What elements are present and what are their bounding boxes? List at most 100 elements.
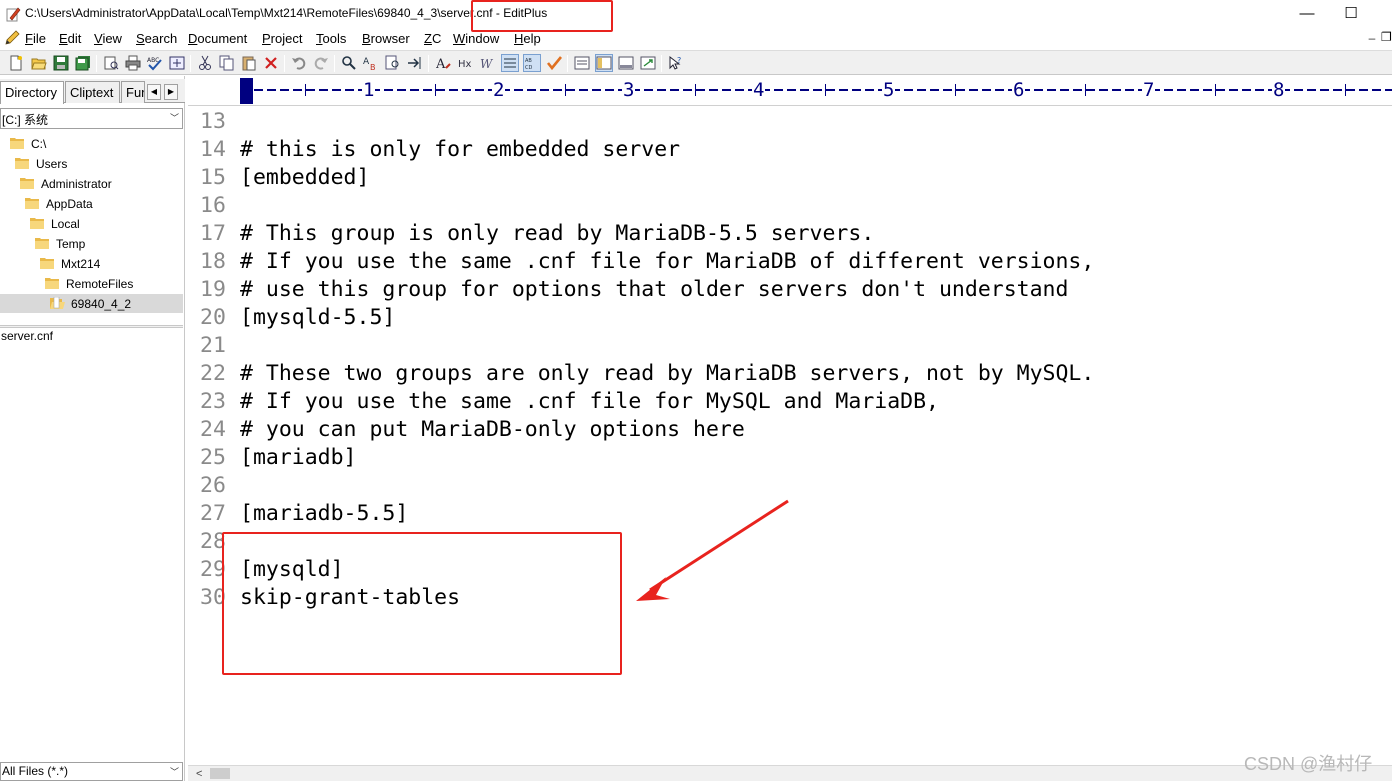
tree-item-remotefiles[interactable]: RemoteFiles [45, 274, 133, 293]
ruler-tick [1085, 84, 1086, 96]
new-file-icon[interactable] [8, 55, 24, 71]
toolbar-separator [96, 55, 97, 72]
ruler-line [254, 89, 1392, 91]
open-folder-icon[interactable] [31, 55, 47, 71]
menu-project[interactable]: Project [262, 31, 302, 46]
editplus-app-icon[interactable] [5, 6, 21, 22]
goto-line-icon[interactable] [407, 55, 423, 71]
tab-cliptext[interactable]: Cliptext [65, 81, 120, 103]
mdi-minimize-icon[interactable]: – [1364, 31, 1380, 47]
find-in-files-icon[interactable] [385, 55, 401, 71]
fullscreen-icon[interactable] [640, 55, 656, 71]
tab-scroll-right-button[interactable]: ▶ [164, 84, 178, 100]
checkmark-icon[interactable] [546, 55, 562, 71]
chevron-down-icon: ﹀ [169, 767, 179, 777]
drive-select[interactable]: [C:] 系统 ﹀ [0, 108, 183, 129]
line-text: # This group is only read by MariaDB-5.5… [240, 221, 875, 246]
panel-tabs: Directory Cliptext Fun ◀ ▶ [0, 79, 185, 104]
svg-text:A: A [436, 57, 446, 71]
line-number: 13 [200, 109, 226, 134]
tree-item-temp[interactable]: Temp [35, 234, 85, 253]
delete-icon[interactable] [263, 55, 279, 71]
file-list-item[interactable]: server.cnf [1, 329, 53, 343]
toolbar: ABC AB A Hx W AB CD ? [0, 50, 1392, 75]
file-filter-select[interactable]: All Files (*.*) ﹀ [0, 762, 183, 781]
cut-icon[interactable] [197, 55, 213, 71]
left-panel: Directory Cliptext Fun ◀ ▶ [C:] 系统 ﹀ C:\… [0, 76, 185, 781]
tree-item-appdata[interactable]: AppData [25, 194, 93, 213]
menu-bar: File Edit View Search Document Project Tools Br… [0, 28, 1392, 49]
spell-check-icon[interactable]: ABC [147, 55, 163, 71]
editor-pane[interactable]: 12345678 13 14 # this is only for embedded… [188, 76, 1392, 781]
menu-window[interactable]: Window [453, 31, 499, 46]
undo-icon[interactable] [291, 55, 307, 71]
ruler-tick [1345, 84, 1346, 96]
word-wrap-icon[interactable]: W [480, 55, 496, 71]
tab-directory[interactable]: Directory [0, 81, 64, 104]
copy-icon[interactable] [219, 55, 235, 71]
minimize-button[interactable]: — [1294, 4, 1320, 24]
maximize-button[interactable]: ☐ [1338, 4, 1364, 24]
menu-search[interactable]: Search [136, 31, 177, 46]
svg-text:Hx: Hx [458, 59, 472, 70]
line-number-icon[interactable] [501, 54, 519, 72]
folder-icon [30, 218, 44, 229]
help-pointer-icon[interactable]: ? [668, 55, 684, 71]
paste-icon[interactable] [241, 55, 257, 71]
save-all-icon[interactable] [75, 55, 91, 71]
ruler-number: 8 [1272, 79, 1286, 101]
tree-item-label: Mxt214 [61, 256, 101, 271]
print-icon[interactable] [125, 55, 141, 71]
ruler-tick [305, 84, 306, 96]
ruler-number: 2 [492, 79, 506, 101]
directory-window-icon[interactable] [595, 54, 613, 72]
line-number: 17 [200, 221, 226, 246]
folder-icon [15, 158, 29, 169]
save-icon[interactable] [53, 55, 69, 71]
ruler-tick [695, 84, 696, 96]
line-number: 23 [200, 389, 226, 414]
scroll-left-arrow-icon[interactable]: < [196, 768, 202, 780]
menu-file[interactable]: File [25, 31, 46, 46]
tree-item-c[interactable]: C:\ [10, 134, 46, 153]
menu-edit[interactable]: Edit [59, 31, 81, 46]
pencil-icon[interactable] [4, 30, 20, 46]
menu-document[interactable]: Document [188, 31, 247, 46]
menu-help[interactable]: Help [514, 31, 541, 46]
tree-item-label: Administrator [41, 176, 112, 191]
tree-item-users[interactable]: Users [15, 154, 67, 173]
tab-scroll-left-button[interactable]: ◀ [147, 84, 161, 100]
toolbar-separator [334, 55, 335, 72]
menu-zc[interactable]: ZC [424, 31, 441, 46]
ruler-number: 7 [1142, 79, 1156, 101]
menu-browser[interactable]: Browser [362, 31, 410, 46]
document-selector-icon[interactable] [574, 55, 590, 71]
ruler-cursor-marker [240, 78, 253, 104]
toolbar-separator [190, 55, 191, 72]
menu-view[interactable]: View [94, 31, 122, 46]
horizontal-scrollbar[interactable]: < [188, 765, 1392, 781]
line-number: 25 [200, 445, 226, 470]
browser-icon[interactable] [169, 55, 185, 71]
panel-splitter[interactable] [0, 325, 183, 328]
window-title: C:\Users\Administrator\AppData\Local\Tem… [25, 6, 548, 20]
line-number: 16 [200, 193, 226, 218]
toolbar-separator [428, 55, 429, 72]
ruler-icon[interactable]: ABCD [523, 54, 541, 72]
tree-item-69840-4-2[interactable]: 69840_4_2 [0, 294, 183, 313]
tree-item-mxt214[interactable]: Mxt214 [40, 254, 100, 273]
find-icon[interactable] [341, 55, 357, 71]
line-text: [embedded] [240, 165, 370, 190]
font-icon[interactable]: A [436, 55, 452, 71]
output-window-icon[interactable] [618, 55, 634, 71]
scrollbar-thumb[interactable] [210, 768, 230, 779]
redo-icon[interactable] [313, 55, 329, 71]
print-preview-icon[interactable] [103, 55, 119, 71]
replace-icon[interactable]: AB [363, 55, 379, 71]
hex-view-icon[interactable]: Hx [458, 55, 474, 71]
tree-item-local[interactable]: Local [30, 214, 80, 233]
mdi-restore-icon[interactable]: ❐ [1381, 30, 1392, 44]
menu-tools[interactable]: Tools [316, 31, 346, 46]
tree-item-administrator[interactable]: Administrator [20, 174, 112, 193]
tab-functions[interactable]: Fun [121, 81, 145, 103]
